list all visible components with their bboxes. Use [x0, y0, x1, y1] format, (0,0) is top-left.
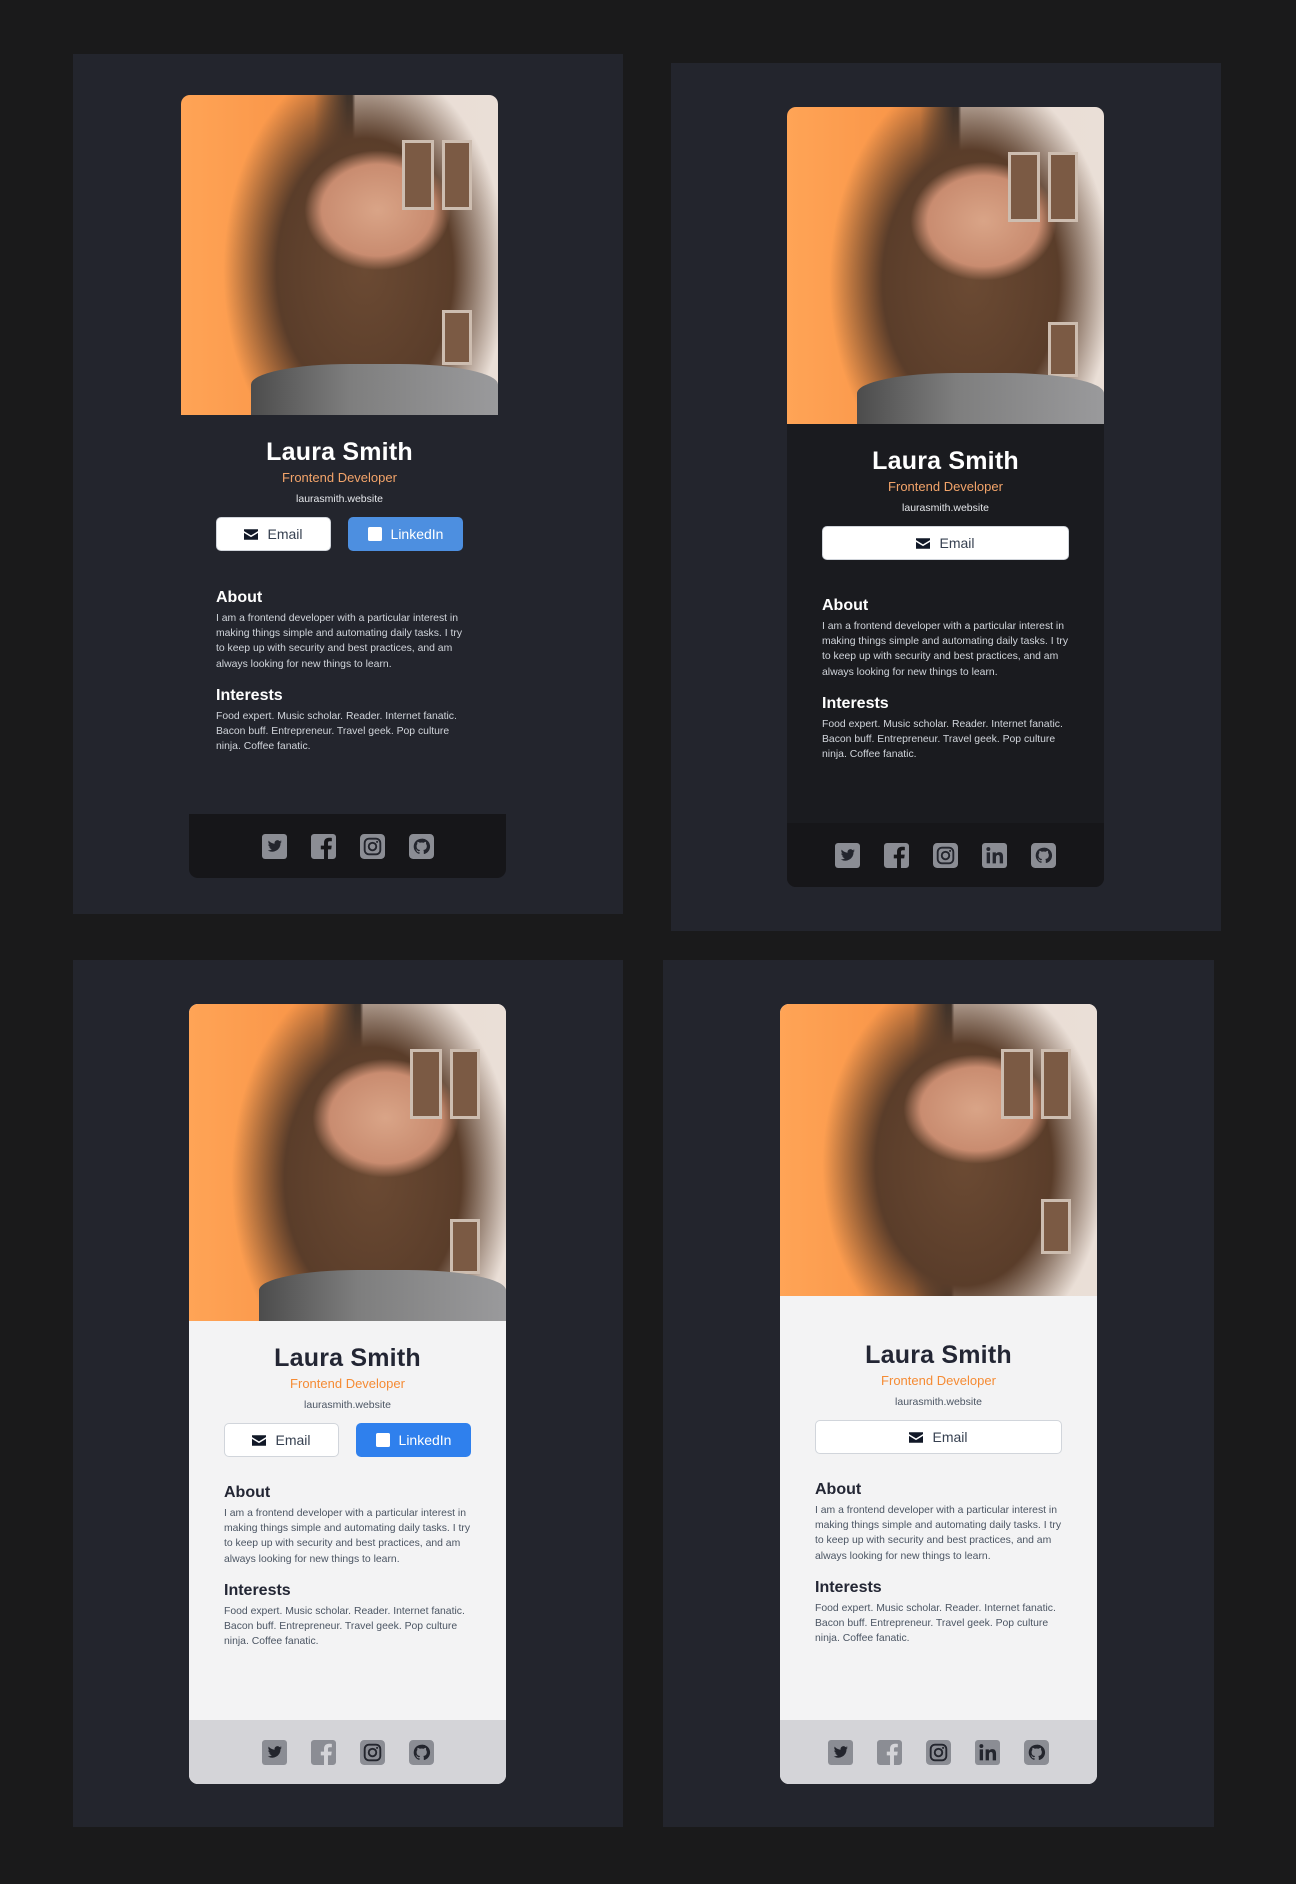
profile-card: Laura Smith Frontend Developer laurasmit…: [780, 1004, 1097, 1784]
interests-text: Food expert. Music scholar. Reader. Inte…: [224, 1605, 465, 1648]
interests-section: Interests Food expert. Music scholar. Re…: [224, 1581, 471, 1650]
interests-text: Food expert. Music scholar. Reader. Inte…: [815, 1602, 1056, 1645]
instagram-icon[interactable]: [360, 1740, 385, 1765]
interests-text: Food expert. Music scholar. Reader. Inte…: [822, 718, 1063, 761]
profile-name: Laura Smith: [865, 1341, 1012, 1369]
mail-icon: [909, 1432, 923, 1443]
facebook-icon[interactable]: [311, 1740, 336, 1765]
profile-card: Laura Smith Frontend Developer laurasmit…: [189, 1004, 506, 1784]
linkedin-button[interactable]: LinkedIn: [356, 1423, 471, 1457]
interests-heading: Interests: [224, 1581, 291, 1599]
about-heading: About: [822, 597, 869, 614]
facebook-icon[interactable]: [884, 843, 909, 868]
profile-website[interactable]: laurasmith.website: [216, 492, 463, 506]
twitter-icon[interactable]: [262, 834, 287, 859]
preview-panel-2: Laura Smith Frontend Developer laurasmit…: [671, 63, 1221, 931]
profile-name: Laura Smith: [274, 1344, 421, 1372]
github-icon[interactable]: [409, 834, 434, 859]
email-button-label: Email: [932, 1429, 968, 1445]
about-text: I am a frontend developer with a particu…: [815, 1505, 1062, 1562]
linkedin-button-label: LinkedIn: [398, 1432, 452, 1448]
profile-name: Laura Smith: [872, 447, 1019, 475]
about-text: I am a frontend developer with a particu…: [822, 621, 1069, 678]
interests-section: Interests Food expert. Music scholar. Re…: [815, 1578, 1062, 1647]
profile-card: Laura Smith Frontend Developer laurasmit…: [181, 95, 506, 878]
profile-title: Frontend Developer: [888, 479, 1003, 494]
about-section: About I am a frontend developer with a p…: [815, 1480, 1062, 1564]
interests-text: Food expert. Music scholar. Reader. Inte…: [216, 710, 457, 753]
facebook-icon[interactable]: [877, 1740, 902, 1765]
linkedin-icon: [376, 1433, 390, 1447]
social-footer: [189, 1720, 506, 1784]
social-footer: [787, 823, 1104, 887]
linkedin-button[interactable]: LinkedIn: [348, 517, 463, 551]
email-button[interactable]: Email: [815, 1420, 1062, 1454]
about-text: I am a frontend developer with a particu…: [216, 613, 463, 670]
linkedin-icon[interactable]: [975, 1740, 1000, 1765]
interests-heading: Interests: [815, 1578, 882, 1596]
mail-icon: [916, 538, 930, 549]
interests-section: Interests Food expert. Music scholar. Re…: [216, 686, 463, 755]
mail-icon: [244, 529, 258, 540]
profile-photo: [189, 1004, 506, 1321]
profile-website[interactable]: laurasmith.website: [815, 1395, 1062, 1409]
twitter-icon[interactable]: [262, 1740, 287, 1765]
interests-heading: Interests: [822, 694, 889, 712]
instagram-icon[interactable]: [360, 834, 385, 859]
preview-panel-1: Laura Smith Frontend Developer laurasmit…: [73, 54, 623, 914]
facebook-icon[interactable]: [311, 834, 336, 859]
linkedin-button-label: LinkedIn: [390, 526, 444, 542]
preview-panel-3: Laura Smith Frontend Developer laurasmit…: [73, 960, 623, 1827]
about-section: About I am a frontend developer with a p…: [822, 596, 1069, 680]
profile-website[interactable]: laurasmith.website: [224, 1398, 471, 1412]
social-footer: [189, 814, 506, 878]
profile-photo: [181, 95, 498, 415]
profile-title: Frontend Developer: [290, 1376, 405, 1391]
about-section: About I am a frontend developer with a p…: [224, 1483, 471, 1567]
social-footer: [780, 1720, 1097, 1784]
twitter-icon[interactable]: [828, 1740, 853, 1765]
preview-panel-4: Laura Smith Frontend Developer laurasmit…: [663, 960, 1214, 1827]
profile-website[interactable]: laurasmith.website: [822, 501, 1069, 515]
interests-section: Interests Food expert. Music scholar. Re…: [822, 694, 1069, 763]
profile-photo: [780, 1004, 1097, 1296]
instagram-icon[interactable]: [933, 843, 958, 868]
email-button-label: Email: [275, 1432, 311, 1448]
email-button-label: Email: [267, 526, 303, 542]
profile-title: Frontend Developer: [881, 1373, 996, 1388]
github-icon[interactable]: [1024, 1740, 1049, 1765]
about-text: I am a frontend developer with a particu…: [224, 1508, 471, 1565]
email-button[interactable]: Email: [822, 526, 1069, 560]
instagram-icon[interactable]: [926, 1740, 951, 1765]
profile-title: Frontend Developer: [282, 470, 397, 485]
profile-photo: [787, 107, 1104, 424]
about-heading: About: [224, 1484, 271, 1501]
github-icon[interactable]: [409, 1740, 434, 1765]
twitter-icon[interactable]: [835, 843, 860, 868]
email-button-label: Email: [939, 535, 975, 551]
about-heading: About: [216, 589, 263, 606]
about-section: About I am a frontend developer with a p…: [216, 588, 463, 672]
linkedin-icon: [368, 527, 382, 541]
interests-heading: Interests: [216, 686, 283, 704]
profile-card: Laura Smith Frontend Developer laurasmit…: [787, 107, 1104, 887]
mail-icon: [252, 1435, 266, 1446]
email-button[interactable]: Email: [216, 517, 331, 551]
email-button[interactable]: Email: [224, 1423, 339, 1457]
github-icon[interactable]: [1031, 843, 1056, 868]
profile-name: Laura Smith: [266, 438, 413, 466]
linkedin-icon[interactable]: [982, 843, 1007, 868]
about-heading: About: [815, 1481, 862, 1498]
